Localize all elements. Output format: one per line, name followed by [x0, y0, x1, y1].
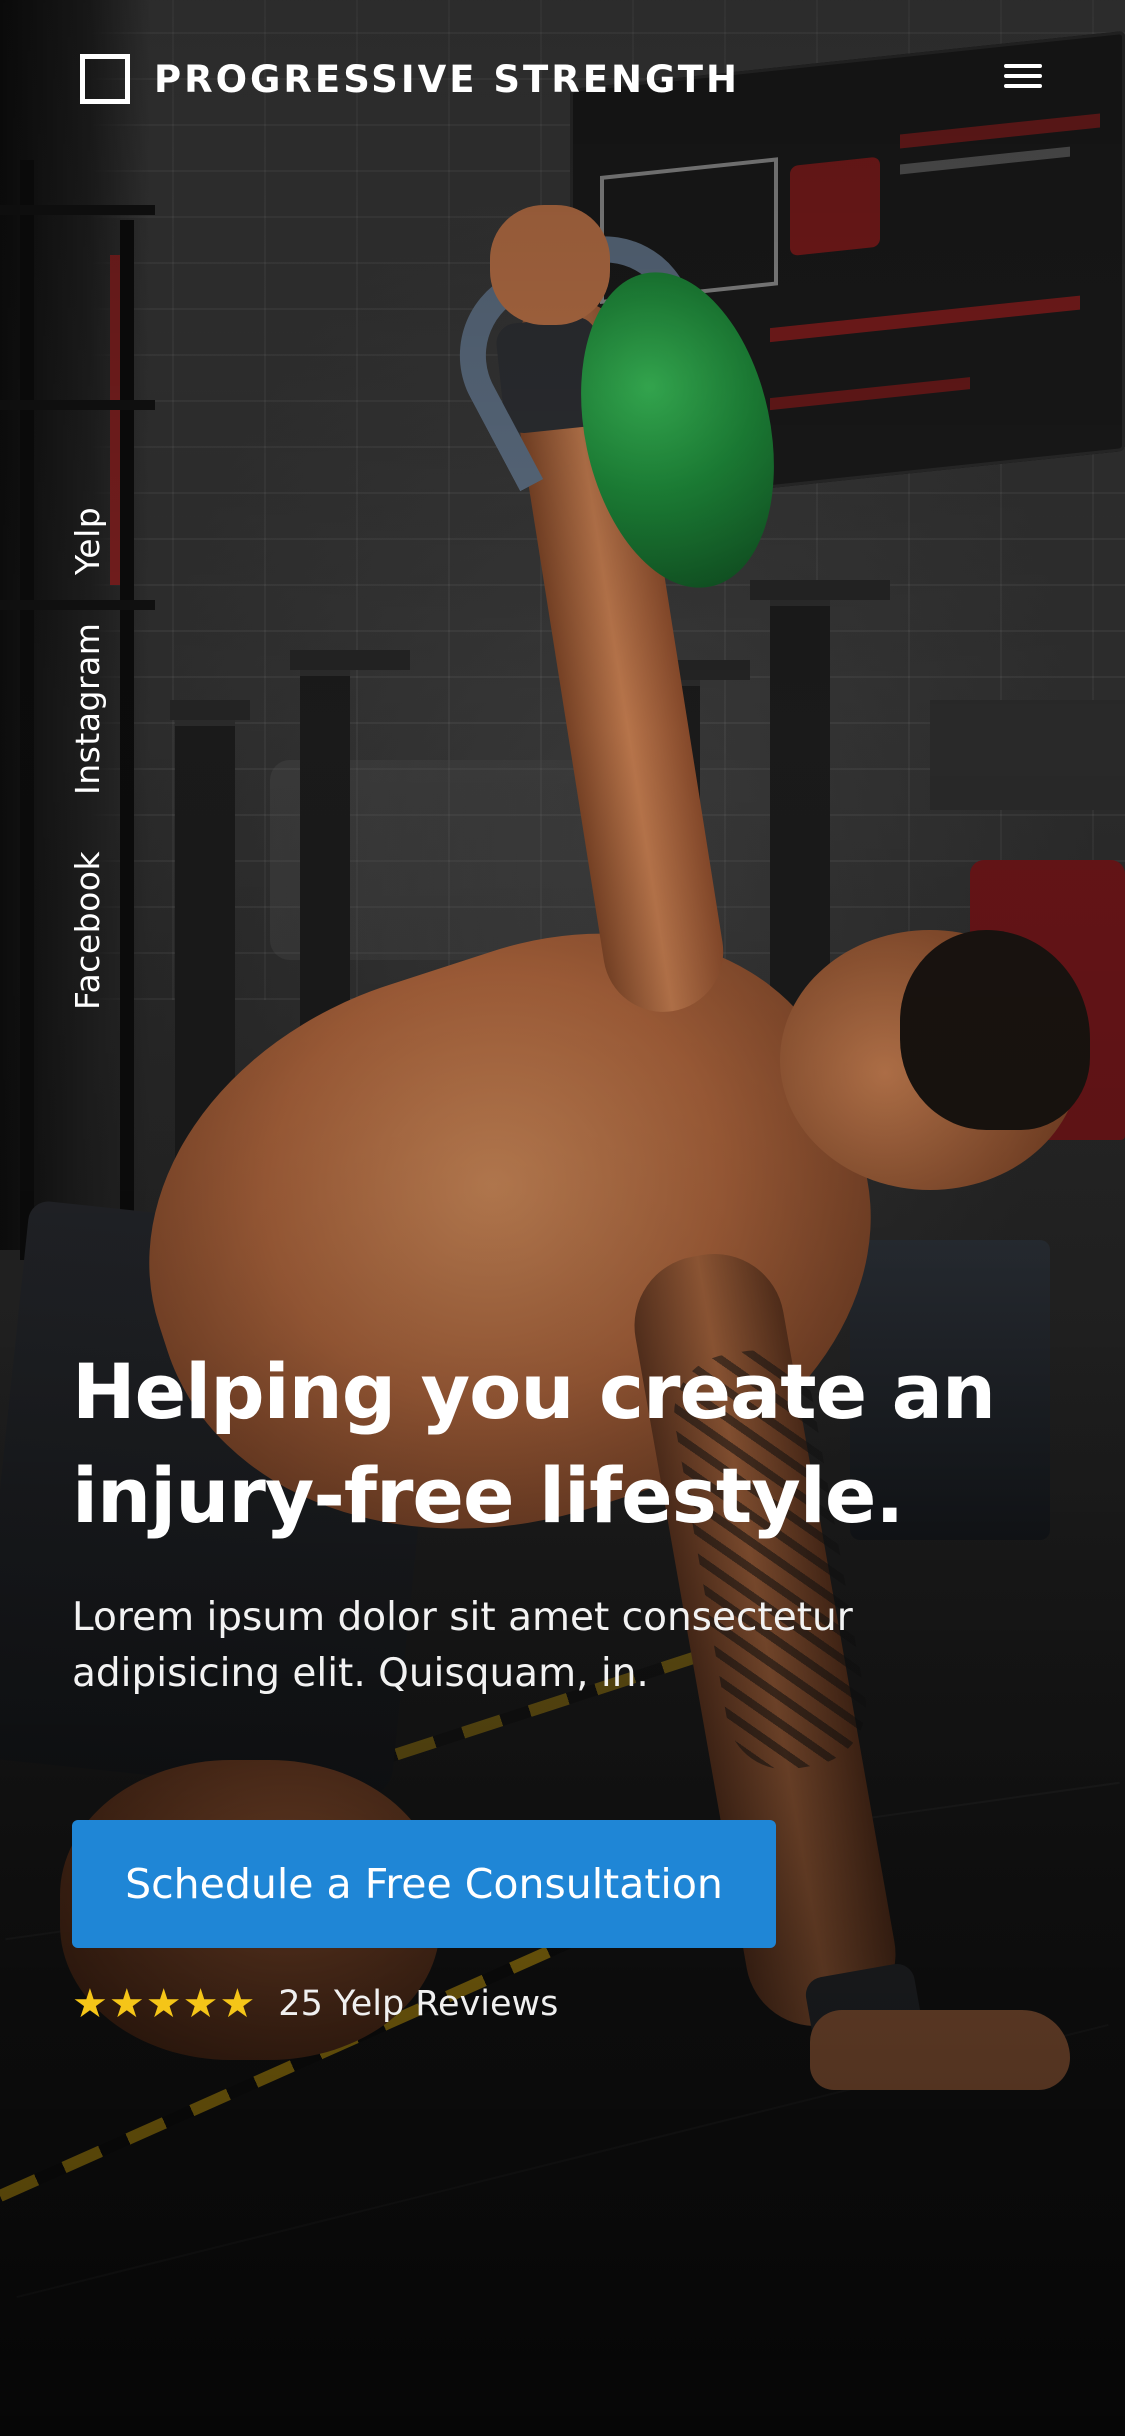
star-icon: ★ [108, 1981, 145, 2027]
yelp-rating: ★ ★ ★ ★ ★ 25 Yelp Reviews [72, 1982, 558, 2026]
brand-name: PROGRESSIVE STRENGTH [154, 57, 740, 101]
hero-subtitle-line-2: adipisicing elit. Quisquam, in. [72, 1651, 649, 1696]
social-link-instagram[interactable]: Instagram [68, 623, 107, 795]
hero-title: Helping you create an injury-free lifest… [72, 1340, 1072, 1548]
star-icon: ★ [182, 1981, 219, 2027]
star-icon: ★ [219, 1981, 256, 2027]
logo-square-icon [80, 54, 130, 104]
hero-title-line-1: Helping you create an [72, 1347, 996, 1436]
star-rating: ★ ★ ★ ★ ★ [72, 1982, 256, 2026]
hero-title-line-2: injury-free lifestyle. [72, 1451, 904, 1540]
star-icon: ★ [145, 1981, 182, 2027]
hero-subtitle: Lorem ipsum dolor sit amet consectetur a… [72, 1590, 972, 1702]
schedule-consultation-button[interactable]: Schedule a Free Consultation [72, 1820, 776, 1948]
social-link-yelp[interactable]: Yelp [68, 507, 107, 575]
star-icon: ★ [72, 1981, 108, 2027]
hamburger-menu-icon[interactable] [1000, 60, 1048, 96]
hero-subtitle-line-1: Lorem ipsum dolor sit amet consectetur [72, 1595, 853, 1640]
social-link-facebook[interactable]: Facebook [68, 851, 107, 1010]
yelp-reviews-link[interactable]: 25 Yelp Reviews [278, 1984, 558, 2024]
brand-logo[interactable]: PROGRESSIVE STRENGTH [80, 54, 740, 104]
hero-background-image [0, 0, 1125, 2436]
